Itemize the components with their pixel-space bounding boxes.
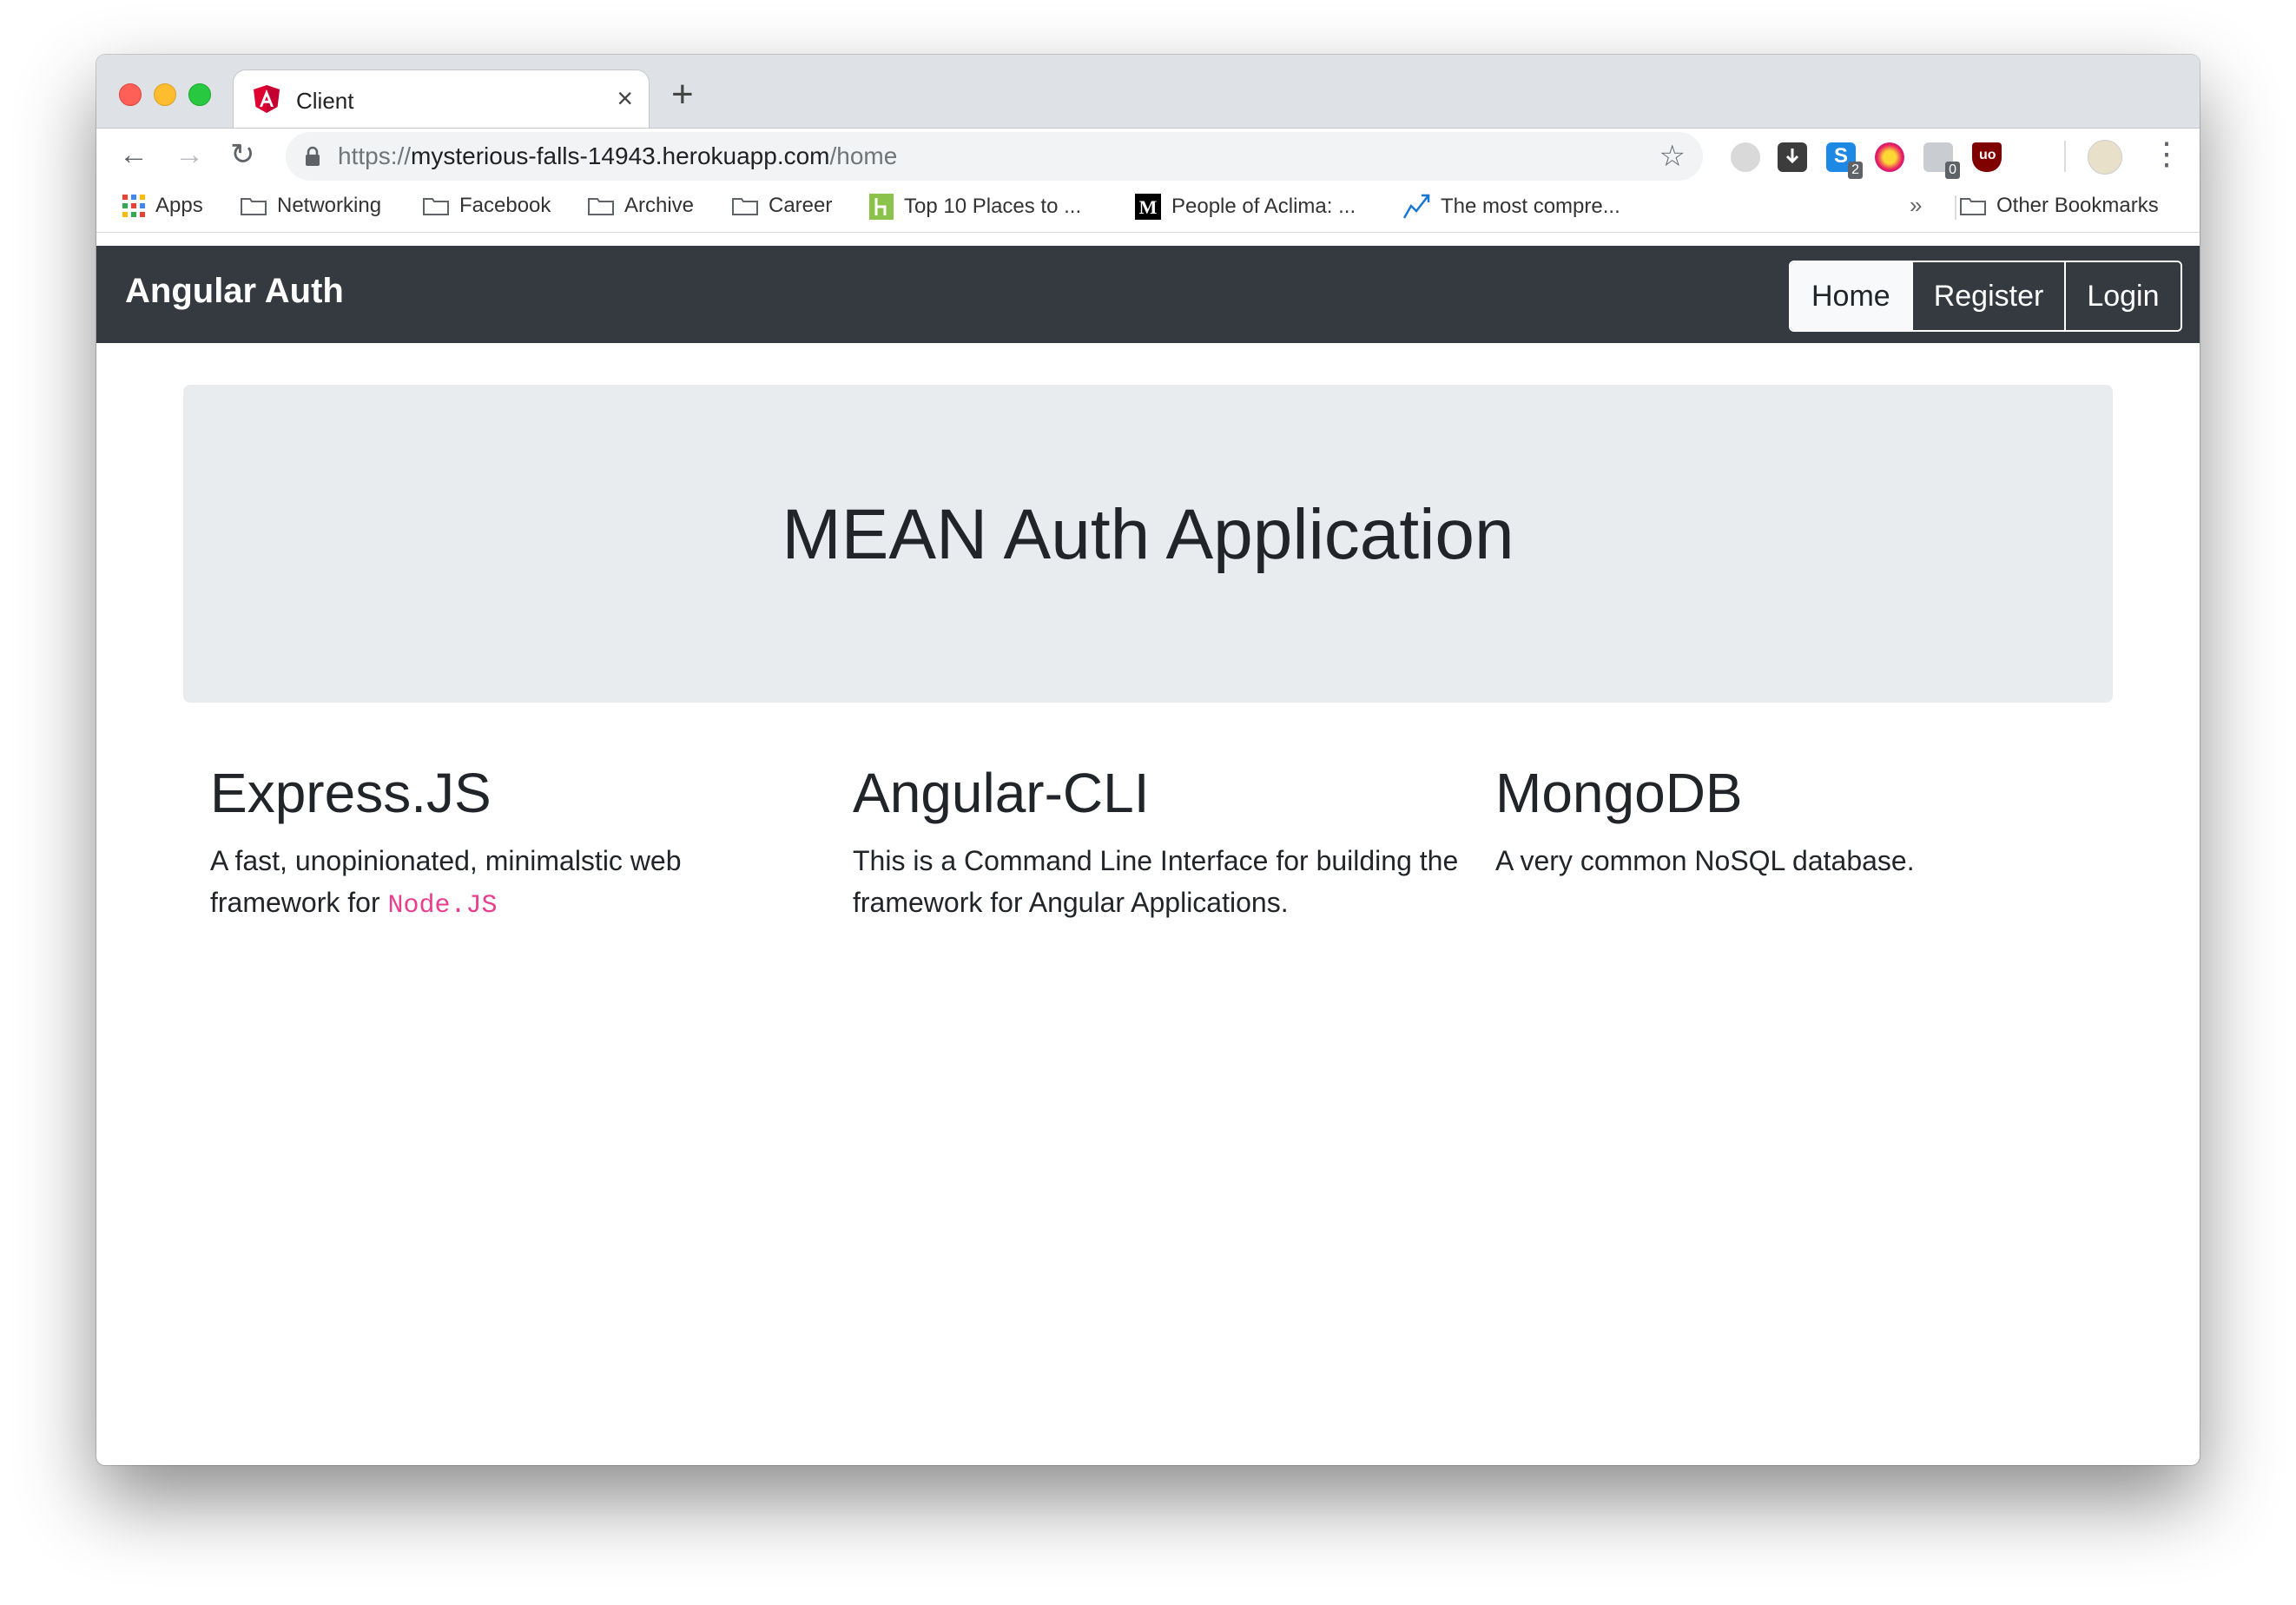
medium-logo-icon: M xyxy=(1135,194,1161,220)
nav-login-link[interactable]: Login xyxy=(2064,262,2181,330)
jumbotron: MEAN Auth Application xyxy=(183,385,2113,703)
bookmark-label: People of Aclima: ... xyxy=(1171,195,1356,218)
tab-strip: Client × + xyxy=(96,55,2200,128)
bookmarks-bar: Apps Networking Facebook Archive Career … xyxy=(96,182,2200,233)
extension-hands-icon[interactable]: 0 xyxy=(1923,142,1960,179)
bookmark-label: The most compre... xyxy=(1441,195,1620,218)
close-window-button[interactable] xyxy=(119,83,142,106)
bookmark-people-of-aclima[interactable]: M People of Aclima: ... xyxy=(1135,194,1356,220)
extension-s-badge: 2 xyxy=(1848,162,1863,179)
bookmark-label: Top 10 Places to ... xyxy=(904,195,1082,218)
toolbar-separator xyxy=(2064,141,2066,172)
bookmark-label: Career xyxy=(769,194,833,217)
new-tab-button[interactable]: + xyxy=(671,76,694,114)
bookmark-folder-networking[interactable]: Networking xyxy=(241,194,381,218)
browser-toolbar: ← → ↻ https://mysterious-falls-14943.her… xyxy=(96,128,2200,182)
navbar-brand[interactable]: Angular Auth xyxy=(125,272,344,311)
svg-text:M: M xyxy=(1139,196,1158,218)
nav-home-link[interactable]: Home xyxy=(1791,262,1911,330)
download-arrow-icon xyxy=(1785,149,1799,164)
feature-mongodb: MongoDB A very common NoSQL database. xyxy=(1495,758,2103,882)
chart-line-icon xyxy=(1402,194,1430,219)
browser-tab[interactable]: Client × xyxy=(234,70,649,128)
bookmarks-separator xyxy=(1955,195,1956,220)
bookmarks-overflow-icon[interactable]: » xyxy=(1910,192,1922,219)
address-bar[interactable]: https://mysterious-falls-14943.herokuapp… xyxy=(286,132,1703,181)
browser-window: Client × + ← → ↻ https://mysterious-fall… xyxy=(96,55,2200,1465)
url-text: https://mysterious-falls-14943.herokuapp… xyxy=(338,142,898,169)
feature-express: Express.JS A fast, unopinionated, minima… xyxy=(210,758,818,927)
feature-description: A very common NoSQL database. xyxy=(1495,845,1915,876)
bookmark-label: Archive xyxy=(624,194,695,217)
maximize-window-button[interactable] xyxy=(188,83,211,106)
browser-menu-icon[interactable]: ⋮ xyxy=(2151,135,2182,172)
reload-icon[interactable]: ↻ xyxy=(230,139,255,170)
h-logo-icon xyxy=(869,194,894,220)
feature-title: Angular-CLI xyxy=(853,762,1150,824)
apps-grid-icon xyxy=(122,195,145,217)
extension-camera-icon[interactable] xyxy=(1875,142,1904,172)
extension-reader-icon[interactable] xyxy=(1731,142,1760,172)
folder-icon xyxy=(423,198,449,215)
folder-icon xyxy=(1960,198,1986,215)
extension-s-icon[interactable]: S 2 xyxy=(1826,142,1863,179)
bookmark-top-10-places[interactable]: Top 10 Places to ... xyxy=(869,194,1081,220)
bookmark-apps[interactable]: Apps xyxy=(122,194,203,218)
app-navbar: Angular Auth Home Register Login xyxy=(96,246,2200,343)
feature-description: This is a Command Line Interface for bui… xyxy=(853,845,1459,918)
bookmark-folder-career[interactable]: Career xyxy=(732,194,832,218)
nav-register-link[interactable]: Register xyxy=(1910,262,2065,330)
lock-icon xyxy=(306,146,320,166)
feature-title: Express.JS xyxy=(210,762,492,824)
bookmark-the-most-compre[interactable]: The most compre... xyxy=(1402,194,1620,220)
extension-hands-badge: 0 xyxy=(1945,162,1960,179)
angular-favicon-icon xyxy=(254,85,280,113)
close-tab-icon[interactable]: × xyxy=(617,83,633,114)
bookmark-folder-archive[interactable]: Archive xyxy=(588,194,694,218)
folder-icon xyxy=(241,198,267,215)
bookmark-label: Facebook xyxy=(459,194,551,217)
navbar-links: Home Register Login xyxy=(1789,261,2182,332)
folder-icon xyxy=(732,198,758,215)
bookmark-label: Other Bookmarks xyxy=(1996,194,2159,217)
extension-download-icon[interactable] xyxy=(1778,142,1807,172)
folder-icon xyxy=(588,198,614,215)
bookmark-other-bookmarks[interactable]: Other Bookmarks xyxy=(1960,194,2159,218)
minimize-window-button[interactable] xyxy=(154,83,176,106)
feature-title: MongoDB xyxy=(1495,762,1743,824)
feature-description: A fast, unopinionated, minimalstic web f… xyxy=(210,845,682,921)
forward-icon[interactable]: → xyxy=(175,139,204,170)
profile-avatar[interactable] xyxy=(2088,140,2122,175)
ublock-origin-icon[interactable]: uo xyxy=(1972,142,2002,172)
page-title: MEAN Auth Application xyxy=(782,495,1514,574)
tab-title: Client xyxy=(296,88,354,114)
feature-code: Node.JS xyxy=(387,891,498,921)
bookmark-folder-facebook[interactable]: Facebook xyxy=(423,194,551,218)
bookmark-label: Apps xyxy=(155,194,203,217)
bookmark-label: Networking xyxy=(277,194,382,217)
feature-angular-cli: Angular-CLI This is a Command Line Inter… xyxy=(853,758,1461,923)
back-icon[interactable]: ← xyxy=(119,139,148,170)
bookmark-star-icon[interactable]: ☆ xyxy=(1659,139,1686,174)
